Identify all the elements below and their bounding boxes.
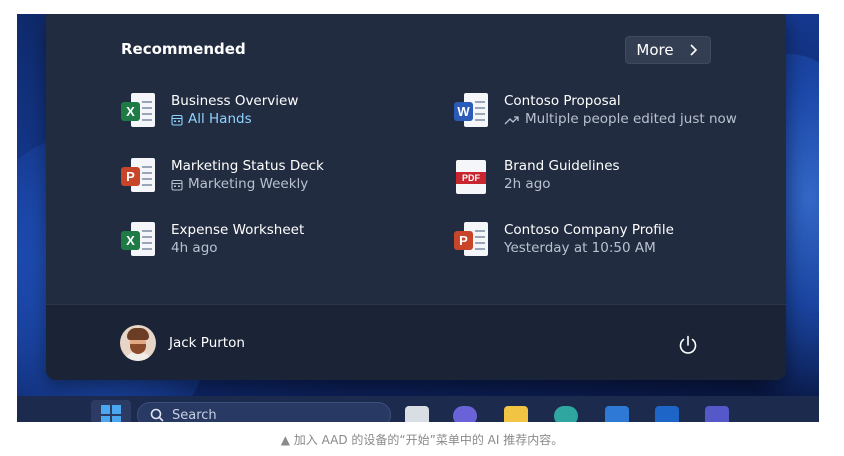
trending-icon (504, 115, 519, 124)
item-subtitle-text: Marketing Weekly (188, 176, 309, 192)
excel-file-icon: X (121, 92, 155, 129)
item-subtitle: Multiple people edited just now (504, 110, 737, 129)
search-icon (150, 408, 164, 422)
recommended-item-contoso-company-profile[interactable]: P Contoso Company Profile Yesterday at 1… (454, 221, 674, 258)
search-placeholder: Search (172, 407, 217, 423)
item-subtitle: Marketing Weekly (171, 175, 324, 194)
word-file-icon: W (454, 92, 488, 129)
pdf-label: PDF (456, 171, 486, 184)
windows-start-icon[interactable] (91, 400, 131, 422)
recommended-item-brand-guidelines[interactable]: PDF Brand Guidelines 2h ago (454, 157, 620, 194)
item-name: Contoso Company Profile (504, 222, 674, 238)
powerpoint-file-icon: P (454, 221, 488, 258)
item-name: Business Overview (171, 93, 299, 109)
item-name: Expense Worksheet (171, 222, 305, 238)
recommended-title: Recommended (121, 40, 246, 58)
outlook-icon[interactable] (655, 406, 679, 422)
more-button[interactable]: More (625, 36, 711, 64)
folder-icon[interactable] (504, 406, 528, 422)
taskbar-search-box[interactable]: Search (137, 402, 391, 422)
more-button-label: More (636, 41, 674, 59)
item-subtitle: 2h ago (504, 176, 551, 192)
recommended-item-contoso-proposal[interactable]: W Contoso Proposal Multiple people edite… (454, 92, 737, 129)
item-subtitle: All Hands (171, 110, 298, 129)
avatar (120, 325, 156, 361)
meeting-calendar-icon (171, 114, 183, 126)
excel-file-icon: X (121, 221, 155, 258)
image-caption: ▲ 加入 AAD 的设备的“开始”菜单中的 AI 推荐内容。 (280, 433, 564, 447)
power-icon[interactable] (677, 334, 699, 356)
user-name: Jack Purton (169, 335, 245, 351)
item-name: Contoso Proposal (504, 93, 621, 109)
item-subtitle: Yesterday at 10:50 AM (504, 240, 656, 256)
screenshot-frame: Recommended More X Business Overview All… (17, 14, 819, 422)
powerpoint-file-icon: P (121, 157, 155, 194)
user-account-button[interactable]: Jack Purton (120, 325, 245, 361)
teams-icon[interactable] (705, 406, 729, 422)
chat-app-icon[interactable] (453, 406, 477, 422)
item-subtitle: 4h ago (171, 240, 218, 256)
store-icon[interactable] (605, 406, 629, 422)
start-menu: Recommended More X Business Overview All… (46, 14, 786, 380)
meeting-calendar-icon (171, 179, 183, 191)
item-name: Brand Guidelines (504, 158, 620, 174)
item-name: Marketing Status Deck (171, 158, 324, 174)
recommended-item-business-overview[interactable]: X Business Overview All Hands (121, 92, 298, 129)
recommended-item-marketing-status-deck[interactable]: P Marketing Status Deck Marketing Weekly (121, 157, 324, 194)
pdf-file-icon: PDF (454, 158, 488, 194)
edge-browser-icon[interactable] (554, 406, 578, 422)
taskbar: Search (17, 396, 819, 422)
item-subtitle-text: All Hands (188, 111, 252, 127)
file-explorer-app-icon[interactable] (405, 406, 429, 422)
item-subtitle-text: Multiple people edited just now (525, 111, 737, 127)
recommended-item-expense-worksheet[interactable]: X Expense Worksheet 4h ago (121, 221, 304, 258)
chevron-right-icon (690, 44, 697, 56)
recommended-section: Recommended More X Business Overview All… (46, 14, 786, 304)
